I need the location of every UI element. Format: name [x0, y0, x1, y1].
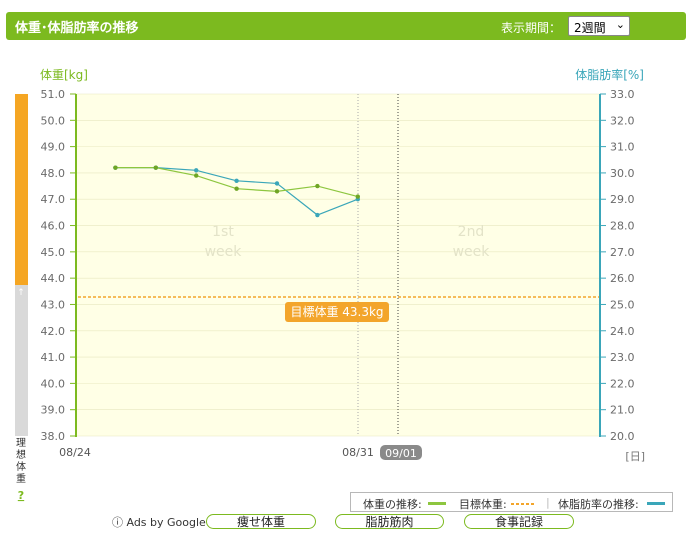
fat-point[interactable] [315, 212, 320, 218]
chart-legend: 体重の推移: 目標体重: | 体脂肪率の推移: [350, 492, 673, 512]
ideal-weight-char: 想 [16, 448, 26, 461]
weight-tick-label: 38.0 [41, 430, 66, 443]
x-tick-end: 08/31 [342, 446, 374, 459]
weight-tick-label: 51.0 [41, 88, 66, 101]
weight-tick-label: 48.0 [41, 167, 66, 180]
weight-tick-label: 40.0 [41, 377, 66, 390]
weight-point[interactable] [315, 183, 320, 189]
weight-tick-label: 50.0 [41, 114, 66, 127]
weight-tick-label: 49.0 [41, 141, 66, 154]
plot-background [76, 94, 600, 436]
legend-weight-swatch [428, 502, 446, 505]
today-badge-label: 09/01 [385, 447, 417, 460]
x-tick-start: 08/24 [59, 446, 91, 459]
week2-label-2: week [453, 244, 491, 260]
fat-point[interactable] [274, 181, 280, 186]
ad-link-1[interactable]: 痩せ体重 [206, 514, 316, 529]
weight-tick-label: 44.0 [41, 272, 66, 285]
legend-fat: 体脂肪率の推移: [558, 498, 639, 511]
ad-link-3[interactable]: 食事記録 [464, 514, 574, 529]
weight-tick-label: 45.0 [41, 246, 66, 259]
week1-label-1: 1st [212, 224, 234, 240]
fat-axis-label: 体脂肪率[%] [575, 67, 644, 82]
legend-goal-swatch [511, 503, 535, 505]
ideal-weight-char: 重 [16, 472, 26, 485]
fat-tick-label: 23.0 [610, 351, 635, 364]
weight-point[interactable] [194, 173, 199, 178]
legend-fat-swatch [647, 502, 665, 505]
ideal-weight-bar-upper [15, 94, 28, 285]
legend-weight: 体重の推移: [363, 498, 422, 511]
weight-point[interactable] [113, 165, 118, 170]
fat-tick-label: 22.0 [610, 377, 635, 390]
help-icon[interactable]: ? [18, 489, 24, 502]
weight-point[interactable] [355, 194, 360, 199]
legend-goal: 目標体重: [459, 498, 507, 511]
fat-tick-label: 25.0 [610, 298, 635, 311]
fat-tick-label: 31.0 [610, 141, 635, 154]
weight-tick-label: 43.0 [41, 298, 66, 311]
week1-label-2: week [205, 244, 243, 260]
week2-label-1: 2nd [458, 224, 485, 240]
fat-tick-label: 28.0 [610, 220, 635, 233]
fat-tick-label: 29.0 [610, 193, 635, 206]
legend-separator: | [546, 496, 550, 509]
fat-tick-label: 20.0 [610, 430, 635, 443]
fat-tick-label: 27.0 [610, 246, 635, 259]
weight-point[interactable] [234, 186, 239, 191]
ideal-weight-bar-lower [15, 285, 28, 436]
fat-point[interactable] [234, 178, 239, 184]
fat-tick-label: 32.0 [610, 114, 635, 127]
weight-point[interactable] [274, 189, 280, 194]
weight-tick-label: 41.0 [41, 351, 66, 364]
ads-by-google[interactable]: ⓘ Ads by Google [112, 514, 206, 530]
fat-point[interactable] [194, 168, 199, 173]
x-unit-label: [日] [625, 450, 645, 463]
weight-tick-label: 46.0 [41, 220, 66, 233]
goal-weight-label: 目標体重 43.3kg [290, 305, 383, 319]
weight-tick-label: 47.0 [41, 193, 66, 206]
fat-tick-label: 26.0 [610, 272, 635, 285]
weight-tick-label: 39.0 [41, 404, 66, 417]
fat-tick-label: 30.0 [610, 167, 635, 180]
fat-tick-label: 33.0 [610, 88, 635, 101]
weight-tick-label: 42.0 [41, 325, 66, 338]
fat-tick-label: 24.0 [610, 325, 635, 338]
chart-svg: 1st week 2nd week 51.0 50.0 49.0 48.0 47.0 46… [15, 67, 645, 502]
ideal-weight-char: 体 [16, 461, 26, 473]
weight-point[interactable] [153, 165, 158, 170]
ideal-weight-char: 理 [16, 437, 26, 449]
arrow-up-icon: ↑ [17, 288, 25, 298]
ad-link-2[interactable]: 脂肪筋肉 [335, 514, 444, 529]
fat-tick-label: 21.0 [610, 404, 635, 417]
weight-axis-label: 体重[kg] [40, 68, 88, 82]
ideal-weight-label: 理想体重 [16, 437, 26, 485]
